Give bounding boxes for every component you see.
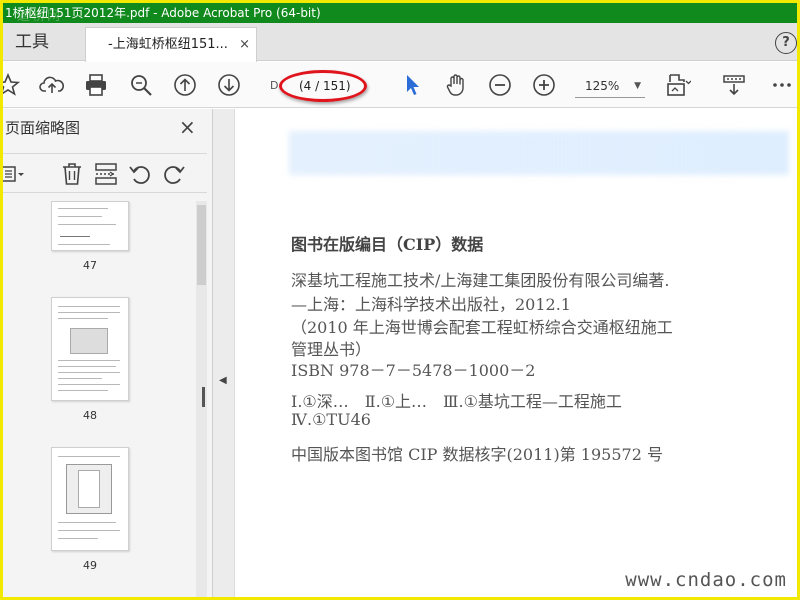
sidebar-toolbar bbox=[3, 153, 207, 193]
app-window: 1桥枢纽151页2012年.pdf - Adobe Acrobat Pro (6… bbox=[3, 3, 797, 597]
zoom-out-icon[interactable] bbox=[487, 72, 513, 98]
close-sidebar-icon[interactable]: × bbox=[179, 115, 196, 139]
tab-bar: 工具 -上海虹桥枢纽151... × ? bbox=[3, 23, 797, 62]
thumbnail-sidebar: 页面缩略图 × 47 48 49 bbox=[3, 109, 213, 597]
zoom-value: 125% bbox=[585, 79, 620, 93]
bookmark-star-icon[interactable] bbox=[3, 72, 21, 98]
upload-icon[interactable] bbox=[39, 72, 65, 98]
site-watermark: www.cndao.com bbox=[625, 569, 787, 591]
delete-page-icon[interactable] bbox=[59, 161, 85, 187]
page-header-band bbox=[289, 131, 789, 175]
thumbnail-options-icon[interactable] bbox=[3, 161, 25, 187]
page-number-input[interactable]: D bbox=[265, 75, 293, 97]
doc-text-line: （2010 年上海世博会配套工程虹桥综合交通枢纽施工 bbox=[291, 318, 673, 337]
thumbnail-label: 49 bbox=[83, 559, 97, 572]
page-down-icon[interactable] bbox=[216, 72, 242, 98]
page-thumbnail[interactable] bbox=[51, 201, 129, 251]
page-count: (4 / 151) bbox=[299, 79, 351, 93]
collapse-panel-icon[interactable]: ◀ bbox=[219, 375, 227, 386]
doc-text-line: 深基坑工程施工技术/上海建工集团股份有限公司编著. bbox=[291, 271, 670, 290]
sidebar-resize-grip[interactable] bbox=[202, 387, 205, 407]
rotate-left-icon[interactable] bbox=[127, 161, 153, 187]
zoom-search-icon[interactable] bbox=[128, 72, 154, 98]
window-title: 1桥枢纽151页2012年.pdf - Adobe Acrobat Pro (6… bbox=[5, 6, 321, 20]
tab-document[interactable]: -上海虹桥枢纽151... × bbox=[85, 27, 257, 62]
panel-splitter[interactable]: ◀ bbox=[213, 109, 235, 597]
more-icon[interactable] bbox=[769, 72, 795, 98]
close-tab-icon[interactable]: × bbox=[239, 28, 250, 62]
doc-text-line: 中国版本图书馆 CIP 数据核字(2011)第 195572 号 bbox=[291, 445, 663, 464]
sidebar-title: 页面缩略图 bbox=[5, 119, 81, 137]
doc-text-line: ISBN 978－7－5478－1000－2 bbox=[291, 361, 536, 380]
doc-text-line: Ⅰ.①深… Ⅱ.①上… Ⅲ.①基坑工程—工程施工 bbox=[291, 392, 622, 411]
title-bar: 1桥枢纽151页2012年.pdf - Adobe Acrobat Pro (6… bbox=[3, 3, 797, 23]
chevron-down-icon: ▼ bbox=[634, 81, 641, 91]
zoom-in-icon[interactable] bbox=[531, 72, 557, 98]
tab-tools[interactable]: 工具 bbox=[3, 23, 83, 61]
page-thumbnail[interactable] bbox=[51, 447, 129, 551]
scroll-mode-icon[interactable] bbox=[721, 72, 747, 98]
page-thumbnail[interactable] bbox=[51, 297, 129, 401]
doc-text-line: —上海：上海科学技术出版社，2012.1 bbox=[291, 295, 571, 314]
extract-page-icon[interactable] bbox=[93, 161, 119, 187]
select-cursor-icon[interactable] bbox=[399, 72, 425, 98]
print-icon[interactable] bbox=[83, 72, 109, 98]
thumbnail-label: 48 bbox=[83, 409, 97, 422]
document-view[interactable]: 图书在版编目（CIP）数据 深基坑工程施工技术/上海建工集团股份有限公司编著. … bbox=[235, 109, 797, 597]
thumbnail-scroll-thumb[interactable] bbox=[197, 205, 206, 285]
doc-text-line: Ⅳ.①TU46 bbox=[291, 410, 371, 429]
fit-page-icon[interactable] bbox=[665, 72, 692, 98]
rotate-right-icon[interactable] bbox=[161, 161, 187, 187]
thumbnail-list: 47 48 49 bbox=[3, 201, 195, 597]
tab-document-label: -上海虹桥枢纽151... bbox=[108, 37, 228, 52]
thumbnail-label: 47 bbox=[83, 259, 97, 272]
cip-heading: 图书在版编目（CIP）数据 bbox=[291, 235, 484, 254]
toolbar: D (4 / 151) 125% ▼ bbox=[3, 62, 797, 108]
zoom-select[interactable]: 125% ▼ bbox=[575, 74, 645, 98]
hand-tool-icon[interactable] bbox=[443, 72, 469, 98]
help-icon[interactable]: ? bbox=[775, 32, 797, 54]
page-up-icon[interactable] bbox=[172, 72, 198, 98]
